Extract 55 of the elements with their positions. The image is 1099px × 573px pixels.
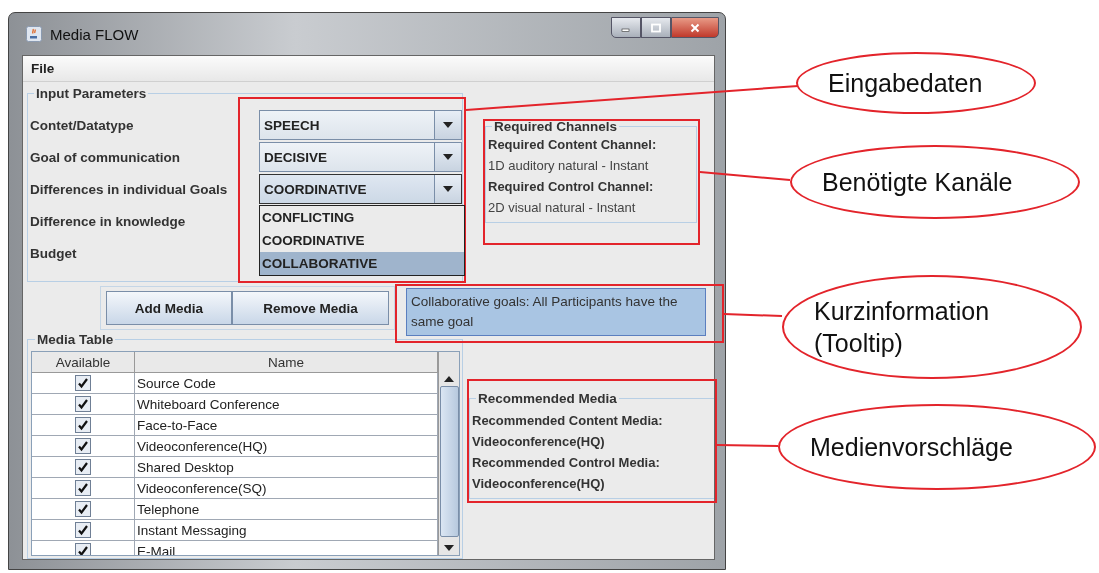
- window-title: Media FLOW: [50, 25, 139, 43]
- leader-line: [716, 444, 779, 447]
- media-button[interactable]: Remove Media: [232, 291, 389, 325]
- info-value: Videoconference(HQ): [472, 433, 606, 451]
- checkbox[interactable]: [75, 438, 91, 454]
- checkbox[interactable]: [75, 417, 91, 433]
- media-button[interactable]: Add Media: [106, 291, 232, 325]
- info-label: Recommended Content Media:: [472, 412, 664, 430]
- scroll-thumb[interactable]: [439, 386, 459, 537]
- caret-icon: [442, 185, 454, 193]
- callout-label: Eingabedaten: [796, 52, 1036, 114]
- menu-item[interactable]: File: [29, 61, 57, 76]
- dropdown-option[interactable]: COORDINATIVE: [260, 229, 464, 252]
- group-title: Required Channels: [493, 119, 619, 134]
- callout-label: Kurzinformation (Tooltip): [782, 275, 1082, 379]
- caret-icon: [442, 121, 454, 129]
- tooltip: Collaborative goals: All Participants have the same goal: [406, 288, 706, 336]
- field-label: Goal of communication: [30, 149, 181, 165]
- group-title: Input Parameters: [35, 86, 148, 101]
- minimize-button[interactable]: [611, 17, 641, 38]
- checkbox[interactable]: [75, 375, 91, 391]
- info-value: Videoconference(HQ): [472, 475, 606, 493]
- dropdown-option[interactable]: COLLABORATIVE: [260, 252, 464, 275]
- dropdown-option[interactable]: CONFLICTING: [260, 206, 464, 229]
- maximize-icon: [650, 22, 662, 33]
- checkbox[interactable]: [75, 480, 91, 496]
- info-label: Required Control Channel:: [488, 178, 655, 196]
- dropdown-field[interactable]: DECISIVE: [259, 142, 462, 172]
- dropdown-field[interactable]: SPEECH: [259, 110, 462, 140]
- scroll-down-icon[interactable]: [444, 545, 454, 551]
- checkbox[interactable]: [75, 501, 91, 517]
- caret-icon: [442, 153, 454, 161]
- maximize-button[interactable]: [641, 17, 671, 38]
- checkbox[interactable]: [75, 543, 91, 555]
- info-label: Required Content Channel:: [488, 136, 658, 154]
- field-label: Difference in knowledge: [30, 213, 187, 229]
- callout-label: Medienvorschläge: [778, 404, 1096, 490]
- close-icon: [689, 22, 701, 33]
- scroll-up-icon[interactable]: [444, 376, 454, 382]
- field-label: Budget: [30, 245, 78, 261]
- callout-label: Benötigte Kanäle: [790, 145, 1080, 219]
- info-value: 1D auditory natural - Instant: [488, 157, 650, 175]
- group-title: Recommended Media: [477, 391, 618, 406]
- info-label: Recommended Control Media:: [472, 454, 661, 472]
- checkbox[interactable]: [75, 396, 91, 412]
- checkbox[interactable]: [75, 522, 91, 538]
- field-label: Differences in individual Goals: [30, 181, 229, 197]
- group-title: Media Table: [36, 332, 115, 347]
- column-header[interactable]: Available: [32, 352, 135, 372]
- checkbox[interactable]: [75, 459, 91, 475]
- scrollbar[interactable]: [438, 352, 459, 555]
- field-label: Contet/Datatype: [30, 117, 135, 133]
- close-button[interactable]: [671, 17, 719, 38]
- leader-line: [723, 313, 783, 317]
- info-value: 2D visual natural - Instant: [488, 199, 637, 217]
